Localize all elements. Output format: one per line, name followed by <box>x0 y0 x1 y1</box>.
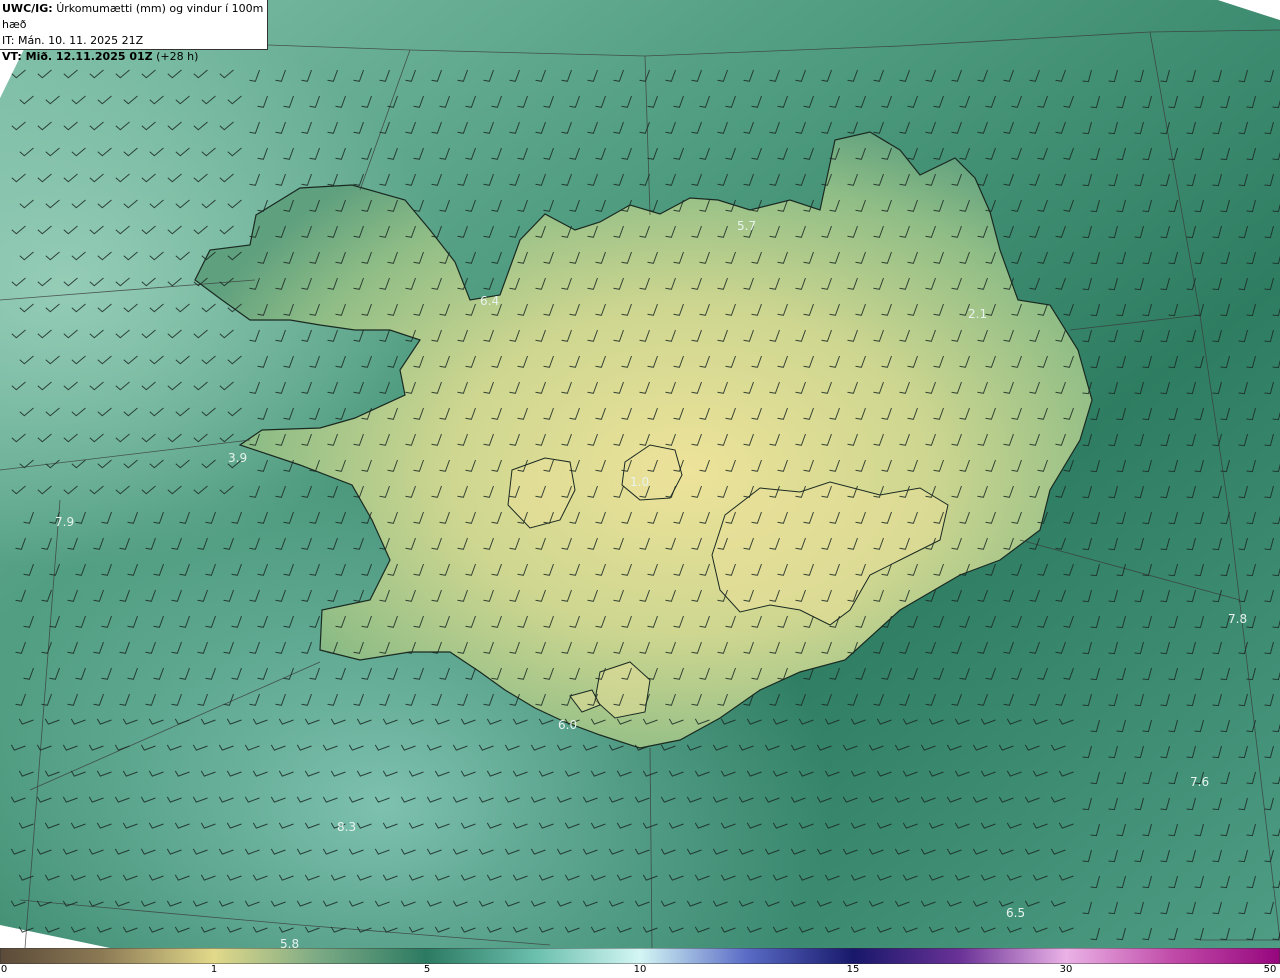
forecast-map: 5.7 6.4 2.1 3.9 1.0 7.9 7.8 6.0 7.6 8.3 … <box>0 0 1280 948</box>
colorbar-tick: 5 <box>423 964 431 975</box>
map-label: 7.9 <box>55 515 74 529</box>
map-label: 3.9 <box>228 451 247 465</box>
colorbar-tick: 1 <box>210 964 218 975</box>
colorbar-tick: 50 <box>1263 964 1277 975</box>
map-label: 1.0 <box>630 475 649 489</box>
colorbar-tick: 30 <box>1059 964 1073 975</box>
map-label: 7.6 <box>1190 775 1209 789</box>
colorbar-tick: 10 <box>633 964 647 975</box>
init-time: IT: Mán. 10. 11. 2025 21Z <box>2 34 144 47</box>
map-label: 6.0 <box>558 718 577 732</box>
valid-time: VT: Mið. 12.11.2025 01Z <box>2 50 153 63</box>
map-label: 2.1 <box>968 307 987 321</box>
map-label: 5.7 <box>737 219 756 233</box>
colorbar-tick: 15 <box>846 964 860 975</box>
colorbar <box>0 948 1280 964</box>
map-header: UWC/IG: Úrkomumætti (mm) og vindur í 100… <box>0 0 268 63</box>
lead-time: (+28 h) <box>156 50 199 63</box>
colorbar-tick: 0 <box>0 964 8 975</box>
map-label: 7.8 <box>1228 612 1247 626</box>
model-prefix: UWC/IG: <box>2 2 53 15</box>
map-label: 6.5 <box>1006 906 1025 920</box>
map-label: 6.4 <box>480 294 499 308</box>
map-label: 8.3 <box>337 820 356 834</box>
map-label: 5.8 <box>280 937 299 948</box>
colorbar-gradient <box>0 948 1280 964</box>
colorbar-ticks: 0 1 5 10 15 30 50 <box>0 963 1280 978</box>
